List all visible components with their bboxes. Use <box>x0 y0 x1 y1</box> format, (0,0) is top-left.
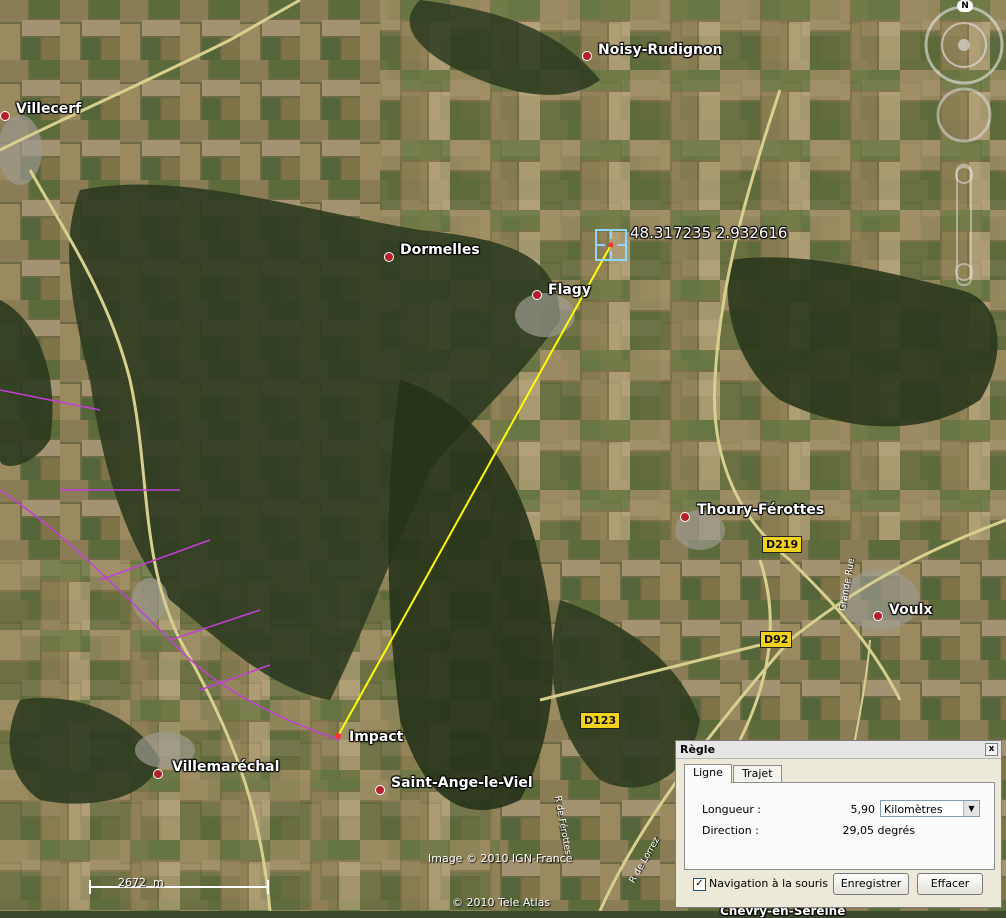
direction-value: 29,05 degrés <box>842 824 916 837</box>
place-dot-villecerf <box>0 111 10 121</box>
place-dot-thoury-ferottes <box>680 512 690 522</box>
imagery-credit-ign: Image © 2010 IGN-France <box>428 852 573 865</box>
length-label: Longueur : <box>702 803 762 816</box>
road-badge-d92: D92 <box>760 631 793 648</box>
mouse-navigation-checkbox[interactable]: ✓ <box>693 878 706 891</box>
place-dot-saint-ange-le-viel <box>375 785 385 795</box>
save-button[interactable]: Enregistrer <box>833 873 909 895</box>
place-label-dormelles[interactable]: Dormelles <box>400 242 480 258</box>
place-dot-noisy-rudignon <box>582 51 592 61</box>
mouse-navigation-label: Navigation à la souris <box>709 877 829 890</box>
ruler-panel: Longueur : 5,90 Kilomètres ▼ Direction :… <box>684 782 995 870</box>
scale-label: 2672 m <box>118 876 164 889</box>
place-label-villecerf[interactable]: Villecerf <box>16 101 81 117</box>
direction-label: Direction : <box>702 824 759 837</box>
road-badge-d219: D219 <box>762 536 803 553</box>
place-label-noisy-rudignon[interactable]: Noisy-Rudignon <box>598 42 723 58</box>
place-dot-voulx <box>873 611 883 621</box>
navigation-control[interactable] <box>922 0 1006 290</box>
compass-north: N <box>957 0 973 12</box>
ruler-dialog[interactable]: Règle x Ligne Trajet Longueur : 5,90 Kil… <box>675 740 1002 908</box>
impact-point <box>335 733 341 739</box>
close-icon[interactable]: x <box>985 743 998 756</box>
ruler-dialog-title: Règle <box>680 743 716 756</box>
place-label-villemarechal[interactable]: Villemaréchal <box>172 759 279 775</box>
place-label-saint-ange-le-viel[interactable]: Saint-Ange-le-Viel <box>391 775 533 791</box>
place-dot-flagy <box>532 290 542 300</box>
ruler-dialog-titlebar[interactable]: Règle x <box>676 741 1001 759</box>
place-label-flagy[interactable]: Flagy <box>548 282 591 298</box>
road-badge-d123: D123 <box>580 712 621 729</box>
place-dot-villemarechal <box>153 769 163 779</box>
coordinates-label: 48.317235 2.932616 <box>630 224 788 242</box>
impact-label[interactable]: Impact <box>349 729 403 745</box>
unit-select[interactable]: Kilomètres ▼ <box>880 800 980 817</box>
place-label-thoury-ferottes[interactable]: Thoury-Férottes <box>697 502 824 518</box>
place-dot-dormelles <box>384 252 394 262</box>
tab-ligne[interactable]: Ligne <box>684 764 732 783</box>
imagery-credit-teleatlas: © 2010 Tele Atlas <box>452 896 551 909</box>
clear-button[interactable]: Effacer <box>917 873 983 895</box>
length-value: 5,90 <box>850 803 876 816</box>
chevron-down-icon[interactable]: ▼ <box>963 801 979 816</box>
tab-trajet[interactable]: Trajet <box>733 765 782 782</box>
unit-select-value: Kilomètres <box>884 803 943 816</box>
place-label-voulx[interactable]: Voulx <box>889 602 932 618</box>
